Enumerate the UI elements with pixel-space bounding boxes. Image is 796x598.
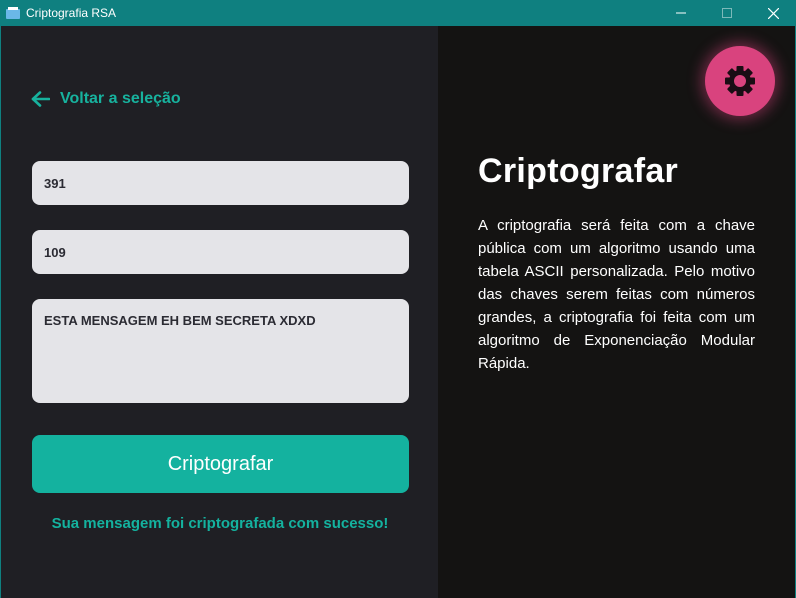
maximize-button[interactable] — [704, 0, 750, 26]
modulus-input[interactable] — [32, 161, 409, 205]
app-window-icon — [6, 7, 20, 19]
back-label: Voltar a seleção — [60, 90, 181, 107]
window-title: Criptografia RSA — [26, 6, 117, 20]
form-panel: Voltar a seleção ESTA MENSAGEM EH BEM SE… — [0, 26, 438, 598]
maximize-icon — [722, 8, 732, 18]
back-to-selection-link[interactable]: Voltar a seleção — [31, 88, 181, 110]
page-title: Criptografar — [478, 152, 679, 190]
public-exponent-input[interactable] — [32, 230, 409, 274]
message-textarea[interactable]: ESTA MENSAGEM EH BEM SECRETA XDXD — [32, 299, 409, 403]
close-button[interactable] — [750, 0, 796, 26]
info-panel: Criptografar A criptografia será feita c… — [438, 26, 796, 598]
gear-icon — [725, 66, 755, 96]
minimize-icon — [676, 12, 686, 14]
title-bar: Criptografia RSA — [0, 0, 796, 26]
app-window: Criptografia RSA Voltar a seleção ESTA M… — [0, 0, 796, 598]
success-message: Sua mensagem foi criptografada com suces… — [51, 515, 389, 532]
close-icon — [767, 7, 779, 19]
minimize-button[interactable] — [658, 0, 704, 26]
description-text: A criptografia será feita com a chave pú… — [478, 217, 755, 372]
encrypt-button[interactable]: Criptografar — [32, 435, 409, 493]
arrow-left-icon — [31, 91, 50, 107]
settings-button[interactable] — [705, 46, 775, 116]
